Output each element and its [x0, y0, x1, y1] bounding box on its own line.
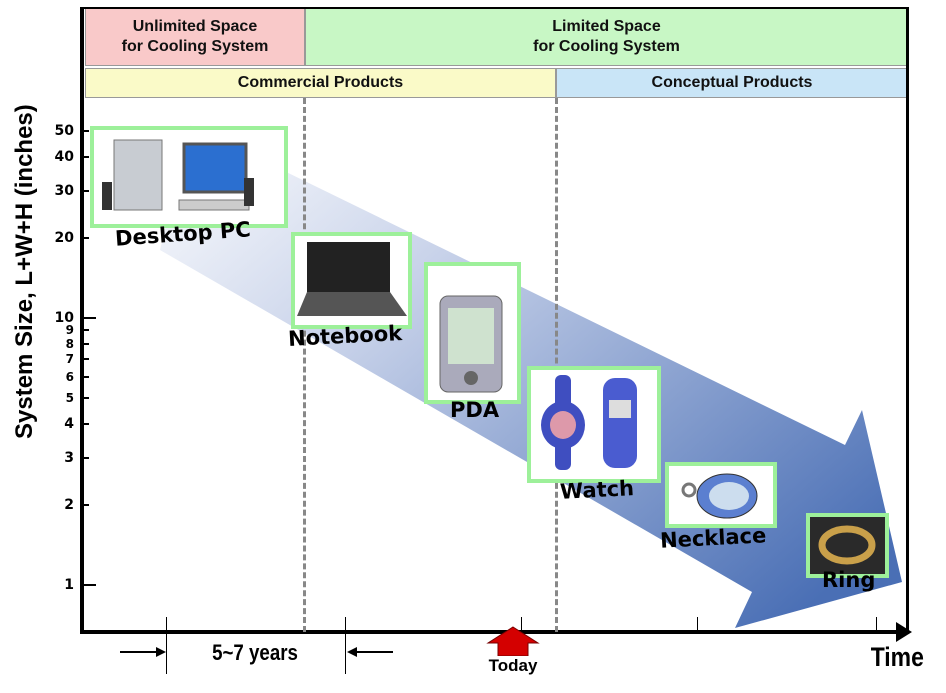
y-tick-label: 20	[54, 229, 74, 246]
pda-icon	[439, 295, 503, 393]
x-axis-arrowhead-icon	[896, 622, 912, 642]
y-tick-label: 1	[64, 577, 74, 593]
y-tick-mark	[82, 423, 89, 426]
y-tick-label: 9	[65, 323, 74, 338]
product-label-watch: Watch	[559, 476, 635, 504]
y-axis-label: System Size, L+W+H (inches)	[11, 104, 38, 439]
watch-icon	[541, 375, 637, 470]
y-tick-label: 2	[64, 496, 74, 513]
y-tick-label: 8	[65, 336, 74, 351]
y-tick-label: 40	[54, 149, 74, 166]
x-tick	[876, 617, 877, 632]
y-tick-label: 50	[54, 123, 74, 140]
y-tick-mark	[82, 189, 89, 192]
y-tick-label: 4	[64, 416, 74, 433]
right-border	[906, 8, 909, 634]
y-tick-label: 5	[65, 391, 74, 406]
divider-dashed-2	[555, 98, 558, 632]
divider-dashed-1	[303, 98, 306, 632]
arrow-right-icon	[120, 647, 166, 657]
necklace-image	[665, 462, 777, 528]
y-tick-mark	[82, 456, 89, 459]
y-tick-mark	[82, 329, 89, 332]
arrow-left-icon	[347, 647, 393, 657]
y-tick-mark	[82, 236, 89, 239]
header-commercial-products: Commercial Products	[85, 68, 556, 98]
header-limited-space: Limited Space for Cooling System	[305, 8, 908, 66]
top-border	[80, 7, 909, 9]
y-tick-label: 6	[65, 370, 74, 385]
necklace-icon	[681, 473, 758, 519]
y-tick-label: 30	[54, 182, 74, 199]
watch-image	[527, 366, 661, 483]
y-tick-label: 3	[64, 449, 74, 466]
x-tick	[697, 617, 698, 632]
product-label-pda: PDA	[450, 398, 500, 422]
notebook-icon	[297, 242, 407, 316]
desktop-pc-icon	[102, 139, 254, 211]
y-tick-mark	[82, 317, 96, 319]
product-label-ring: Ring	[822, 568, 876, 592]
diagram: Unlimited Space for Cooling System Limit…	[0, 0, 946, 693]
y-tick-mark	[82, 156, 89, 159]
x-axis-label: Time	[870, 642, 924, 672]
header-conceptual-products: Conceptual Products	[556, 68, 908, 98]
y-tick-mark	[82, 342, 89, 345]
desktop-pc-image	[90, 126, 288, 228]
today-arrow-icon	[486, 626, 540, 656]
y-tick-label: 7	[65, 352, 74, 367]
header-unlimited-space: Unlimited Space for Cooling System	[85, 8, 305, 66]
ring-icon	[810, 517, 885, 574]
y-tick-mark	[82, 358, 89, 361]
y-tick-mark	[82, 376, 89, 379]
y-axis	[80, 8, 84, 634]
notebook-image	[291, 232, 412, 329]
y-tick-mark	[82, 130, 89, 133]
pda-image	[424, 262, 521, 404]
y-tick-mark	[82, 503, 89, 506]
today-label: Today	[488, 656, 538, 675]
y-tick-mark	[82, 397, 89, 400]
interval-label: 5~7 years	[212, 640, 298, 665]
y-tick-mark	[82, 584, 96, 586]
